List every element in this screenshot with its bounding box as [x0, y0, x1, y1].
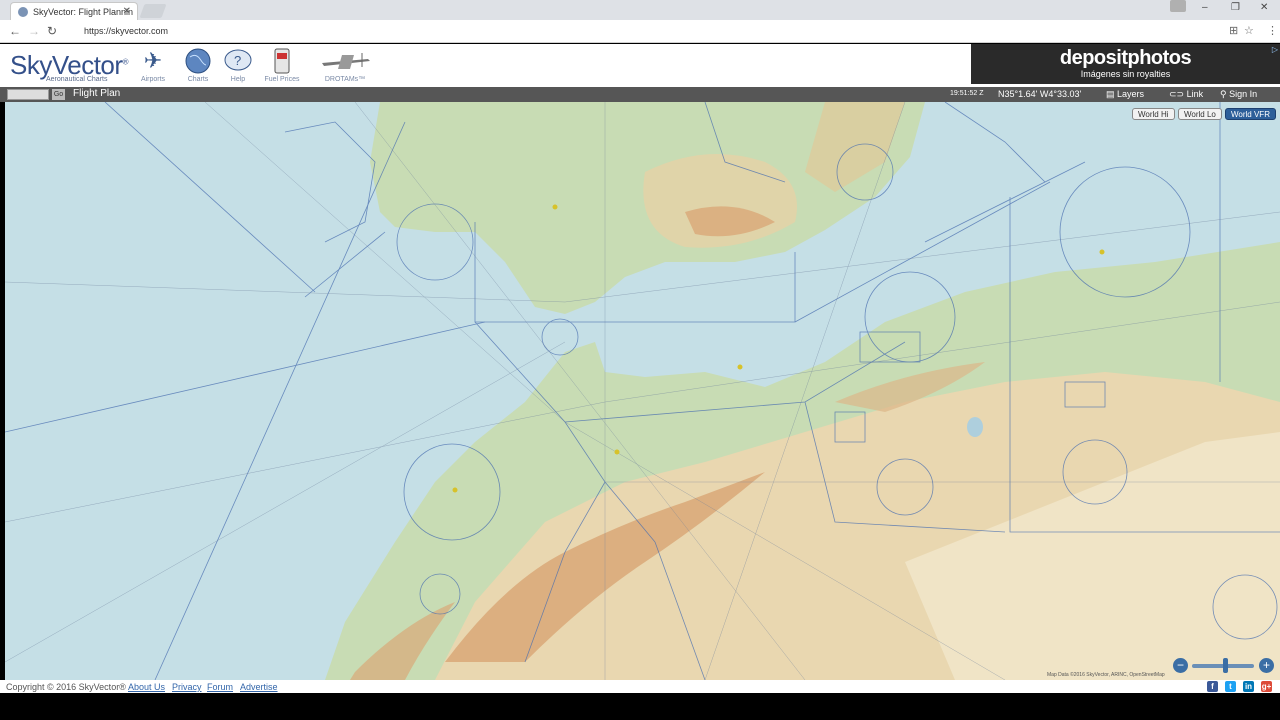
layers-icon: ▤	[1106, 89, 1115, 99]
link-icon: ⊂⊃	[1169, 89, 1185, 99]
ad-tagline: Imágenes sin royalties	[1080, 69, 1171, 79]
map-attribution: Map Data ©2016 SkyVector, ARINC, OpenStr…	[1047, 672, 1165, 678]
globe-icon	[182, 46, 214, 76]
cursor-coordinates: N35°1.64' W4°33.03'	[998, 89, 1082, 99]
close-tab-icon[interactable]: ✕	[123, 6, 131, 17]
privacy-link[interactable]: Privacy	[172, 682, 202, 692]
zulu-time: 19:51:52 Z	[950, 90, 984, 97]
key-icon: ⚲	[1220, 89, 1227, 99]
close-window-icon[interactable]: ✕	[1260, 2, 1268, 13]
sign-in-button[interactable]: ⚲ Sign In	[1220, 89, 1257, 100]
facebook-icon[interactable]: f	[1207, 681, 1218, 692]
ad-choices-icon[interactable]: ▷	[1272, 45, 1278, 54]
new-tab-button[interactable]	[139, 4, 167, 18]
advertise-link[interactable]: Advertise	[240, 682, 278, 692]
nav-help[interactable]: ? Help	[215, 46, 261, 83]
chart-world-lo-button[interactable]: World Lo	[1178, 108, 1222, 120]
nav-help-label: Help	[230, 76, 246, 83]
google-plus-icon[interactable]: g+	[1261, 681, 1272, 692]
nav-fuel-prices[interactable]: Fuel Prices	[259, 46, 305, 83]
link-button[interactable]: ⊂⊃ Link	[1169, 89, 1203, 100]
tab-title: SkyVector: Flight Plannin	[33, 7, 134, 17]
zoom-slider-thumb[interactable]	[1223, 658, 1228, 673]
twitter-icon[interactable]: t	[1225, 681, 1236, 692]
vfr-chart-canvas	[5, 102, 1280, 680]
layers-button[interactable]: ▤ Layers	[1106, 89, 1144, 100]
drone-icon	[318, 46, 372, 76]
sign-in-label: Sign In	[1229, 89, 1258, 99]
map-toolbar: Go Flight Plan 19:51:52 Z N35°1.64' W4°3…	[0, 87, 1280, 102]
translate-icon[interactable]: ⊞	[1229, 24, 1238, 37]
url-field[interactable]: https://skyvector.com	[64, 23, 1264, 40]
letterbox-bar	[0, 693, 1280, 720]
advertisement-banner[interactable]: depositphotos Imágenes sin royalties ▷	[971, 44, 1280, 84]
skyvector-favicon-icon	[18, 7, 28, 17]
forward-icon[interactable]: →	[28, 24, 40, 38]
profile-icon[interactable]	[1170, 0, 1186, 12]
linkedin-icon[interactable]: in	[1243, 681, 1254, 692]
site-header: SkyVector® Aeronautical Charts ✈ Airport…	[0, 44, 1280, 87]
nav-fuel-prices-label: Fuel Prices	[264, 76, 300, 83]
aeronautical-map[interactable]: World Hi World Lo World VFR − + Map Data…	[5, 102, 1280, 680]
back-icon[interactable]: ←	[9, 24, 21, 38]
logo-subtitle: Aeronautical Charts	[46, 76, 108, 83]
menu-kebab-icon[interactable]: ⋮	[1267, 24, 1278, 37]
nav-airports[interactable]: ✈ Airports	[130, 46, 176, 83]
lake	[967, 417, 983, 437]
help-icon: ?	[222, 46, 254, 76]
chart-world-vfr-button[interactable]: World VFR	[1225, 108, 1276, 120]
minimize-icon[interactable]: –	[1202, 2, 1208, 13]
copyright-text: Copyright © 2016 SkyVector®	[6, 682, 126, 692]
zoom-in-button[interactable]: +	[1259, 658, 1274, 673]
layers-label: Layers	[1117, 89, 1145, 99]
airplane-icon: ✈	[143, 48, 163, 73]
browser-tab[interactable]: SkyVector: Flight Plannin ✕	[10, 2, 138, 20]
flight-plan-input[interactable]	[7, 89, 49, 100]
nav-airports-label: Airports	[140, 76, 166, 83]
svg-text:?: ?	[234, 53, 241, 68]
address-bar-row: ← → ↻ https://skyvector.com ⊞ ☆ ⋮	[0, 20, 1280, 43]
go-button[interactable]: Go	[52, 89, 65, 100]
chart-world-hi-button[interactable]: World Hi	[1132, 108, 1175, 120]
link-label: Link	[1186, 89, 1204, 99]
fuel-pump-icon	[266, 46, 298, 76]
zoom-out-button[interactable]: −	[1173, 658, 1188, 673]
reload-icon[interactable]: ↻	[47, 24, 57, 38]
page-footer: Copyright © 2016 SkyVector® About Us Pri…	[0, 680, 1280, 693]
forum-link[interactable]: Forum	[207, 682, 233, 692]
restore-icon[interactable]: ❐	[1231, 2, 1240, 13]
flight-plan-button[interactable]: Flight Plan	[73, 88, 120, 99]
ad-brand: depositphotos	[1059, 47, 1192, 69]
browser-tab-strip: SkyVector: Flight Plannin ✕ – ❐ ✕	[0, 0, 1280, 20]
about-us-link[interactable]: About Us	[128, 682, 165, 692]
nav-drotams[interactable]: DROTAMs™	[318, 46, 372, 83]
nav-drotams-label: DROTAMs™	[324, 76, 366, 83]
bookmark-star-icon[interactable]: ☆	[1244, 24, 1254, 37]
